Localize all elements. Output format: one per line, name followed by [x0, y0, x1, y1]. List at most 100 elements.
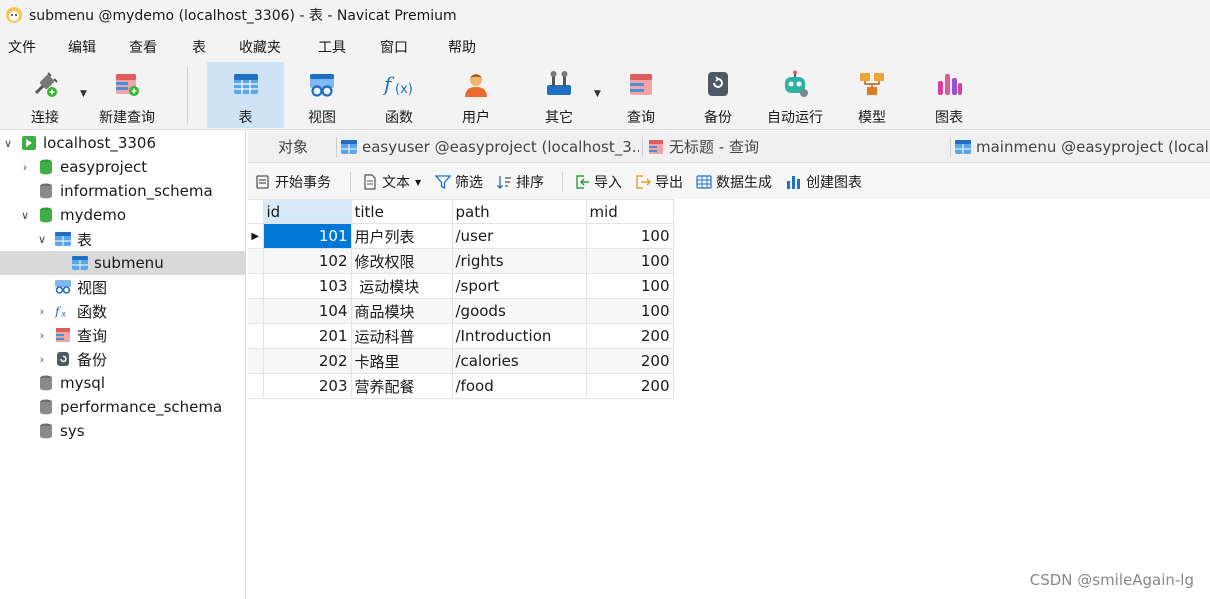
- new-query-button[interactable]: 新建查询: [92, 62, 162, 128]
- model-button[interactable]: 模型: [842, 62, 902, 128]
- tree-item-performance-schema[interactable]: performance_schema: [0, 395, 246, 419]
- tree-item-sys[interactable]: sys: [0, 419, 246, 443]
- chevron-right-icon[interactable]: ›: [36, 305, 48, 318]
- tab-easyuser[interactable]: easyuser @easyproject (localhost_3...: [341, 131, 639, 162]
- query-button[interactable]: 查询: [611, 62, 671, 128]
- cell-path[interactable]: /food: [451, 373, 587, 399]
- data-generation-button[interactable]: 数据生成: [696, 172, 772, 192]
- cell-id[interactable]: 201: [262, 323, 352, 349]
- tree-item-information-schema[interactable]: information_schema: [0, 179, 246, 203]
- cell-title[interactable]: 商品模块: [350, 298, 453, 324]
- cell-mid[interactable]: 200: [585, 373, 674, 399]
- cell-mid[interactable]: 200: [585, 348, 674, 374]
- sort-button[interactable]: 排序: [496, 172, 544, 192]
- plug-icon: [28, 67, 62, 101]
- cell-mid[interactable]: 100: [585, 273, 674, 299]
- table-row[interactable]: 103 运动模块 /sport 100: [248, 273, 674, 299]
- tree-label: performance_schema: [60, 398, 223, 416]
- column-header-id[interactable]: id: [262, 199, 352, 224]
- column-header-mid[interactable]: mid: [585, 199, 674, 224]
- menu-file[interactable]: 文件: [8, 37, 36, 57]
- cell-mid[interactable]: 200: [585, 323, 674, 349]
- menu-window[interactable]: 窗口: [380, 37, 408, 57]
- function-button[interactable]: f (x) 函数: [369, 62, 429, 128]
- cell-mid[interactable]: 100: [585, 223, 674, 249]
- cell-title[interactable]: 卡路里: [350, 348, 453, 374]
- tree-item-mydemo[interactable]: ∨ mydemo: [0, 203, 246, 227]
- cell-path[interactable]: /user: [451, 223, 587, 249]
- connect-dropdown-icon[interactable]: ▼: [80, 89, 87, 99]
- chevron-down-icon[interactable]: ∨: [2, 137, 14, 150]
- cell-id[interactable]: 101: [262, 223, 352, 249]
- chevron-right-icon[interactable]: ›: [19, 161, 31, 174]
- table-row[interactable]: 203 营养配餐 /food 200: [248, 373, 674, 399]
- row-indicator: [248, 373, 264, 399]
- cell-id[interactable]: 103: [262, 273, 352, 299]
- cell-id[interactable]: 104: [262, 298, 352, 324]
- view-button[interactable]: 视图: [292, 62, 352, 128]
- backup-button[interactable]: 备份: [688, 62, 748, 128]
- robot-icon: [778, 67, 812, 101]
- menu-tools[interactable]: 工具: [318, 37, 346, 57]
- caret-down-icon[interactable]: ▼: [415, 178, 421, 187]
- table-row[interactable]: 104 商品模块 /goods 100: [248, 298, 674, 324]
- begin-transaction-button[interactable]: 开始事务: [255, 172, 331, 192]
- menu-table[interactable]: 表: [192, 37, 206, 57]
- tree-item-backups[interactable]: › 备份: [0, 347, 246, 371]
- cell-title[interactable]: 运动科普: [350, 323, 453, 349]
- chart-button[interactable]: 图表: [919, 62, 979, 128]
- cell-title[interactable]: 用户列表: [350, 223, 453, 249]
- cell-title[interactable]: 营养配餐: [350, 373, 453, 399]
- other-dropdown-icon[interactable]: ▼: [594, 89, 601, 99]
- chevron-right-icon[interactable]: ›: [36, 353, 48, 366]
- filter-button[interactable]: 筛选: [435, 172, 483, 192]
- cell-title[interactable]: 运动模块: [350, 273, 453, 299]
- tree-item-tables[interactable]: ∨ 表: [0, 227, 246, 251]
- table-row[interactable]: ▶ 101 用户列表 /user 100: [248, 223, 674, 249]
- cell-mid[interactable]: 100: [585, 298, 674, 324]
- tree-item-connection[interactable]: ∨ localhost_3306: [0, 131, 246, 155]
- chevron-right-icon[interactable]: ›: [36, 329, 48, 342]
- column-header-title[interactable]: title: [350, 199, 453, 224]
- tree-item-easyproject[interactable]: › easyproject: [0, 155, 246, 179]
- export-button[interactable]: 导出: [635, 172, 683, 192]
- cell-id[interactable]: 203: [262, 373, 352, 399]
- cell-id[interactable]: 102: [262, 248, 352, 274]
- tree-label: information_schema: [60, 182, 213, 200]
- tree-item-queries[interactable]: › 查询: [0, 323, 246, 347]
- tree-item-views[interactable]: 视图: [0, 275, 246, 299]
- cell-path[interactable]: /rights: [451, 248, 587, 274]
- text-button[interactable]: 文本 ▼: [362, 172, 421, 192]
- text-label: 文本: [382, 175, 410, 191]
- cell-path[interactable]: /Introduction: [451, 323, 587, 349]
- table-row[interactable]: 102 修改权限 /rights 100: [248, 248, 674, 274]
- cell-path[interactable]: /sport: [451, 273, 587, 299]
- import-button[interactable]: 导入: [574, 172, 622, 192]
- cell-id[interactable]: 202: [262, 348, 352, 374]
- tree-item-mysql[interactable]: mysql: [0, 371, 246, 395]
- automation-button[interactable]: 自动运行: [762, 62, 828, 128]
- chevron-down-icon[interactable]: ∨: [36, 233, 48, 246]
- tab-untitled-query[interactable]: 无标题 - 查询: [648, 131, 948, 162]
- table-button[interactable]: 表: [207, 62, 284, 128]
- menu-favorites[interactable]: 收藏夹: [239, 37, 281, 57]
- column-header-path[interactable]: path: [451, 199, 587, 224]
- table-row[interactable]: 202 卡路里 /calories 200: [248, 348, 674, 374]
- menu-help[interactable]: 帮助: [448, 37, 476, 57]
- cell-mid[interactable]: 100: [585, 248, 674, 274]
- tab-objects[interactable]: 对象: [278, 131, 338, 162]
- menu-edit[interactable]: 编辑: [68, 37, 96, 57]
- tree-item-functions[interactable]: › fx 函数: [0, 299, 246, 323]
- connect-button[interactable]: 连接: [14, 62, 76, 128]
- cell-path[interactable]: /calories: [451, 348, 587, 374]
- chevron-down-icon[interactable]: ∨: [19, 209, 31, 222]
- cell-path[interactable]: /goods: [451, 298, 587, 324]
- cell-title[interactable]: 修改权限: [350, 248, 453, 274]
- user-button[interactable]: 用户: [446, 62, 506, 128]
- other-button[interactable]: 其它: [529, 62, 589, 128]
- menu-view[interactable]: 查看: [129, 37, 157, 57]
- table-row[interactable]: 201 运动科普 /Introduction 200: [248, 323, 674, 349]
- tree-item-submenu[interactable]: submenu: [0, 251, 246, 275]
- create-chart-button[interactable]: 创建图表: [786, 172, 862, 192]
- tab-mainmenu[interactable]: mainmenu @easyproject (localhost_3306) -…: [955, 131, 1210, 162]
